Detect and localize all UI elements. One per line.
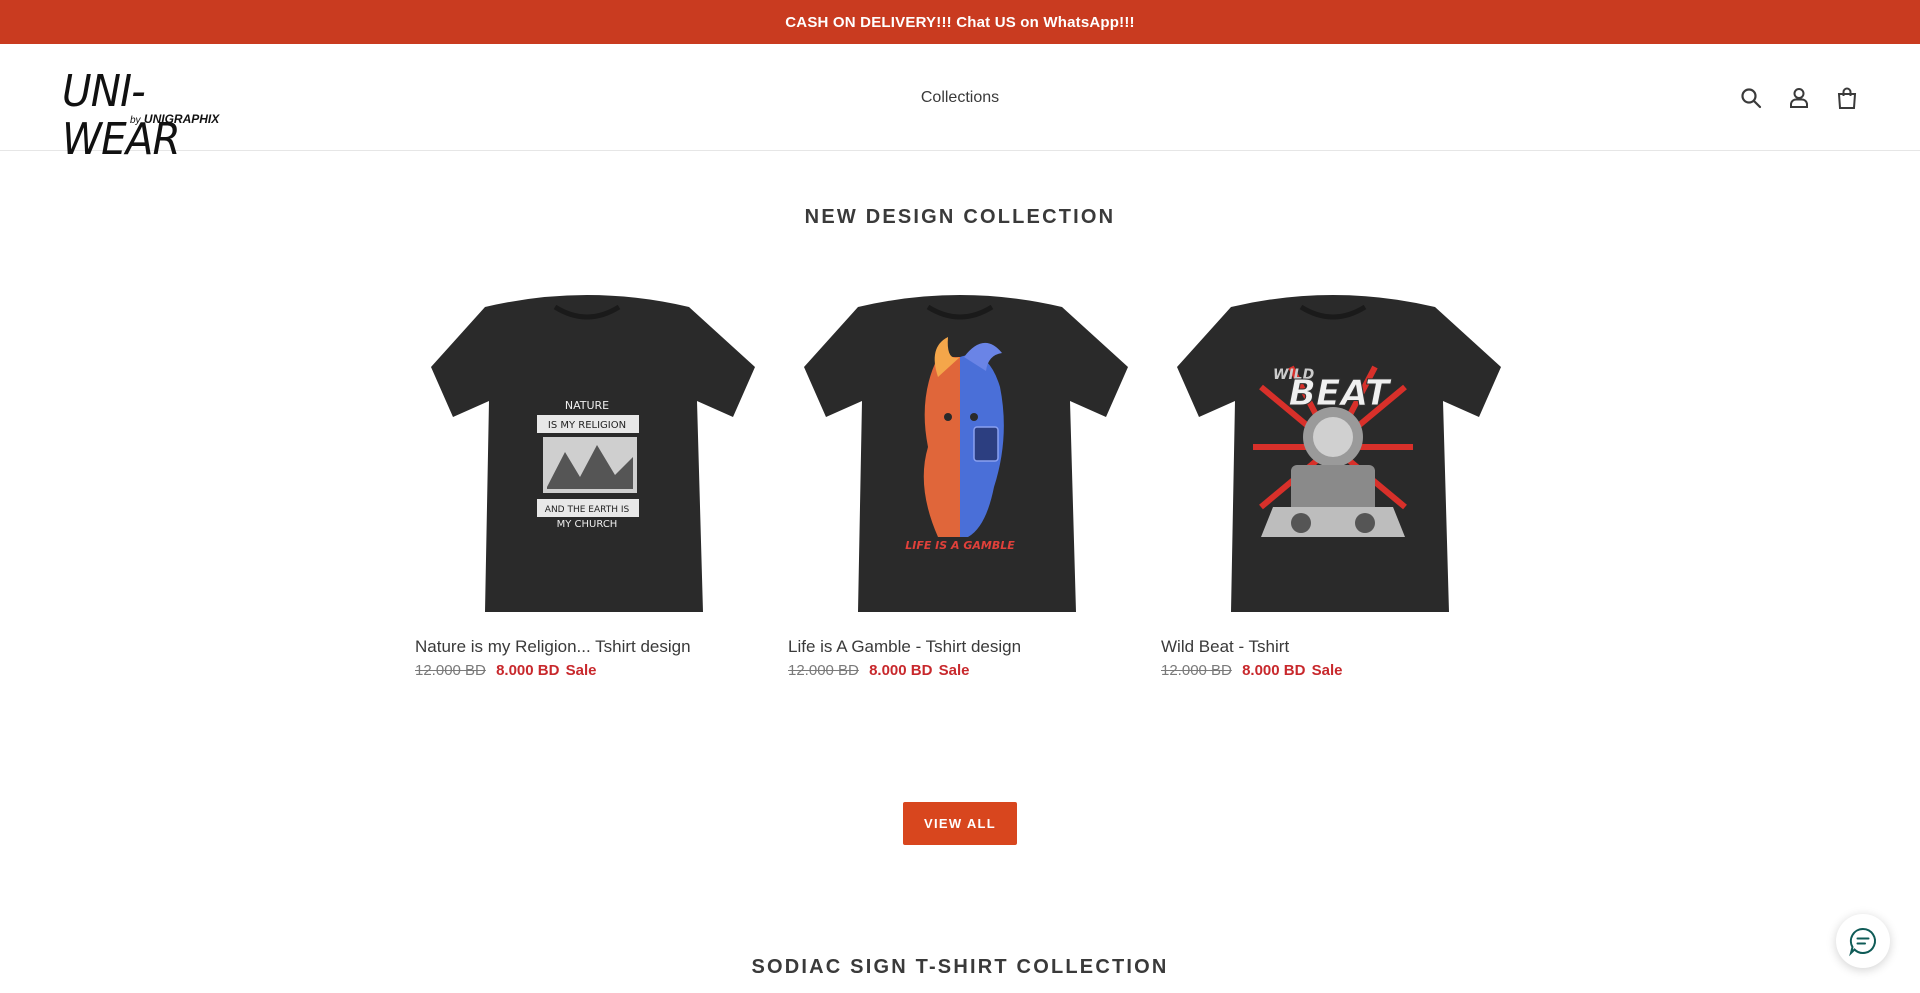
section-title-sodiac: SODIAC SIGN T-SHIRT COLLECTION xyxy=(751,956,1169,978)
announcement-bar[interactable]: CASH ON DELIVERY!!! Chat US on WhatsApp!… xyxy=(0,0,1920,44)
sale-badge: Sale xyxy=(1311,662,1343,679)
account-icon[interactable] xyxy=(1786,85,1812,111)
price-regular: 12.000 BD xyxy=(1161,662,1232,679)
price-sale: 8.000 BD xyxy=(496,662,560,679)
product-title[interactable]: Life is A Gamble - Tshirt design xyxy=(788,637,1132,657)
image-text-4: MY CHURCH xyxy=(557,519,618,530)
product-title[interactable]: Nature is my Religion... Tshirt design xyxy=(415,637,759,657)
search-icon[interactable] xyxy=(1738,85,1764,111)
product-price: 12.000 BD 8.000 BD Sale xyxy=(415,662,759,679)
image-text-2: IS MY RELIGION xyxy=(548,420,626,431)
nav-link-collections[interactable]: Collections xyxy=(921,89,999,107)
price-regular: 12.000 BD xyxy=(415,662,486,679)
image-text-1: NATURE xyxy=(565,399,609,412)
product-image-wild-beat[interactable]: WILD BEAT xyxy=(1161,287,1505,627)
chat-button[interactable] xyxy=(1836,914,1890,968)
cart-icon[interactable] xyxy=(1834,85,1860,111)
logo[interactable]: UNI-WEAR by UNIGRAPHIX xyxy=(62,68,272,164)
product-card-wild-beat[interactable]: WILD BEAT Wild Beat - Tshirt 12.000 BD 8… xyxy=(1161,287,1505,679)
product-card-gamble[interactable]: LIFE IS A GAMBLE Life is A Gamble - Tshi… xyxy=(788,287,1132,679)
product-image-nature[interactable]: NATURE IS MY RELIGION AND THE EARTH IS M… xyxy=(415,287,759,627)
sale-badge: Sale xyxy=(565,662,597,679)
product-card-nature[interactable]: NATURE IS MY RELIGION AND THE EARTH IS M… xyxy=(415,287,759,679)
image-text-2: BEAT xyxy=(1288,373,1391,414)
product-price: 12.000 BD 8.000 BD Sale xyxy=(1161,662,1505,679)
product-title[interactable]: Wild Beat - Tshirt xyxy=(1161,637,1505,657)
price-regular: 12.000 BD xyxy=(788,662,859,679)
section-title-new-design: NEW DESIGN COLLECTION xyxy=(804,206,1116,228)
site-header: UNI-WEAR by UNIGRAPHIX Collections xyxy=(0,44,1920,164)
product-price: 12.000 BD 8.000 BD Sale xyxy=(788,662,1132,679)
main-nav: Collections xyxy=(0,44,1920,151)
sale-badge: Sale xyxy=(938,662,970,679)
chat-icon xyxy=(1849,927,1876,957)
header-icons xyxy=(1738,44,1860,151)
announcement-text: CASH ON DELIVERY!!! Chat US on WhatsApp!… xyxy=(785,13,1135,31)
image-text-3: AND THE EARTH IS xyxy=(545,505,630,515)
product-grid: NATURE IS MY RELIGION AND THE EARTH IS M… xyxy=(415,287,1505,679)
price-sale: 8.000 BD xyxy=(1242,662,1306,679)
price-sale: 8.000 BD xyxy=(869,662,933,679)
view-all-button[interactable]: VIEW ALL xyxy=(903,802,1017,845)
logo-subtitle: by UNIGRAPHIX xyxy=(130,112,220,126)
image-text-1: LIFE IS A GAMBLE xyxy=(905,539,1015,552)
product-image-gamble[interactable]: LIFE IS A GAMBLE xyxy=(788,287,1132,627)
